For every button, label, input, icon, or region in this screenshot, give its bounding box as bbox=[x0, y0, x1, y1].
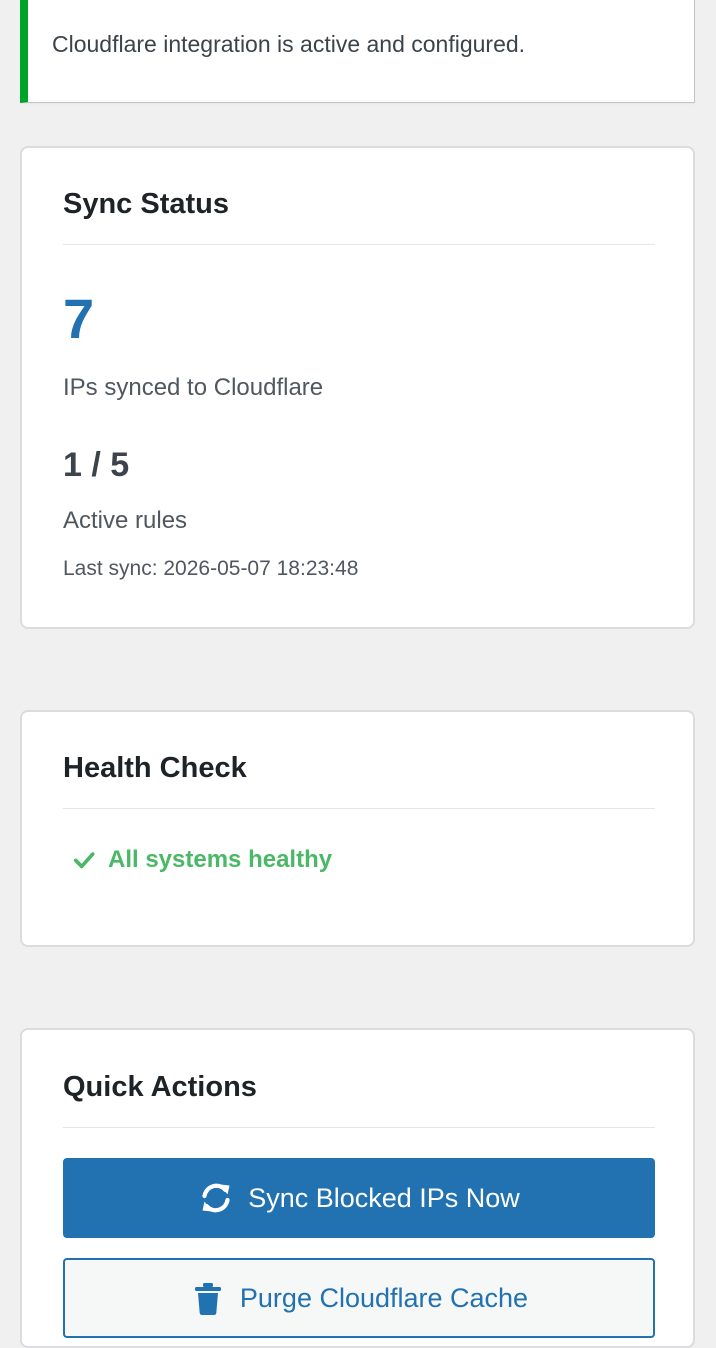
ips-synced-count: 7 bbox=[63, 287, 95, 350]
health-status-text: All systems healthy bbox=[108, 846, 333, 873]
sync-status-title: Sync Status bbox=[63, 188, 229, 220]
purge-cache-button[interactable]: Purge Cloudflare Cache bbox=[63, 1258, 655, 1338]
success-notice: Cloudflare integration is active and con… bbox=[20, 0, 695, 103]
sync-button-label: Sync Blocked IPs Now bbox=[248, 1182, 520, 1213]
health-check-title: Health Check bbox=[63, 752, 247, 784]
card-divider bbox=[63, 244, 655, 245]
active-rules-label: Active rules bbox=[63, 507, 188, 534]
ips-synced-label: IPs synced to Cloudflare bbox=[63, 374, 324, 401]
card-divider bbox=[63, 1127, 655, 1128]
notice-text: Cloudflare integration is active and con… bbox=[52, 31, 526, 57]
purge-button-label: Purge Cloudflare Cache bbox=[239, 1282, 529, 1313]
health-check-card: Health Check All systems healthy bbox=[20, 710, 695, 947]
sync-blocked-ips-button[interactable]: Sync Blocked IPs Now bbox=[63, 1158, 655, 1238]
active-rules-value: 1 / 5 bbox=[63, 446, 130, 484]
trash-icon bbox=[194, 1283, 221, 1315]
checkmark-icon bbox=[73, 852, 95, 869]
sync-status-card: Sync Status 7 IPs synced to Cloudflare 1… bbox=[20, 146, 695, 629]
card-divider bbox=[63, 808, 655, 809]
quick-actions-card: Quick Actions Sync Blocked IPs Now Purge… bbox=[20, 1028, 695, 1348]
last-sync-timestamp: Last sync: 2026-05-07 18:23:48 bbox=[63, 557, 359, 580]
quick-actions-title: Quick Actions bbox=[63, 1071, 257, 1103]
health-status: All systems healthy bbox=[73, 846, 332, 874]
sync-icon bbox=[202, 1183, 230, 1213]
